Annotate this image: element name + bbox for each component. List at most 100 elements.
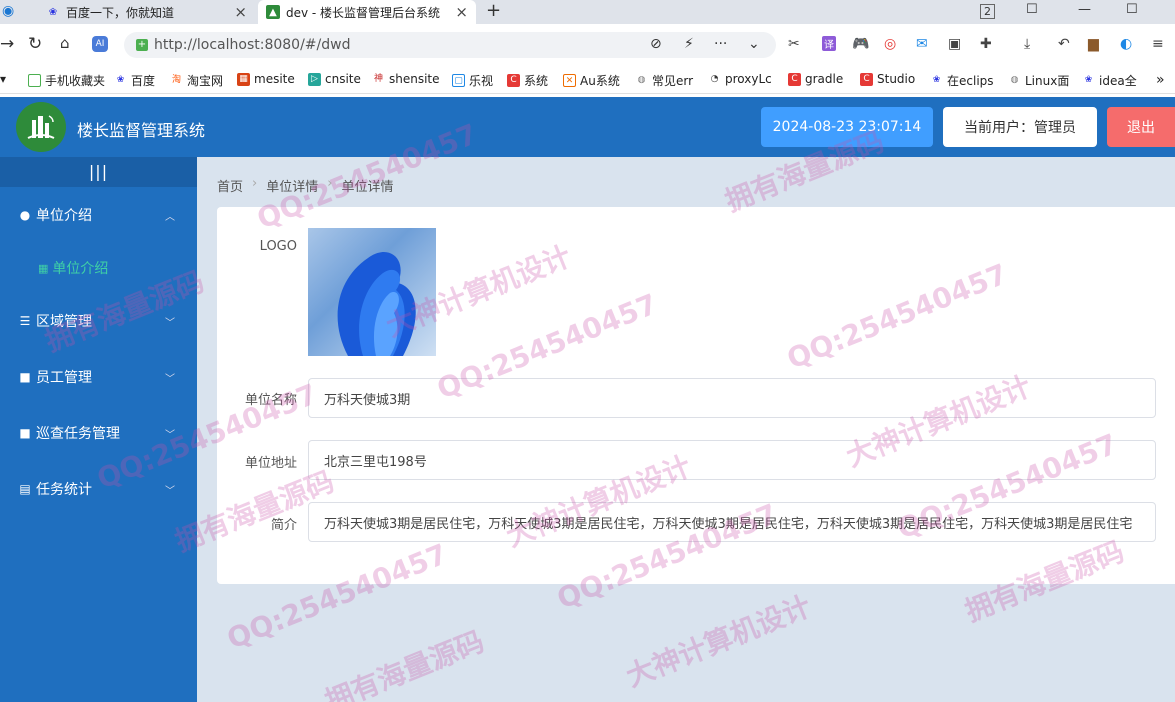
sidebar-item-area[interactable]: ☰ 区域管理 ﹀ [0, 293, 197, 349]
chevron-down-icon: ﹀ [165, 317, 175, 329]
x-icon: ✕ [563, 74, 576, 87]
chevron-down-icon: ﹀ [165, 373, 175, 385]
baidu-paw-icon: ❀ [932, 75, 941, 85]
logout-button[interactable]: 退出 [1107, 107, 1175, 147]
download-icon[interactable]: ⤓ [1024, 36, 1030, 52]
url-text: http://localhost:8080/#/dwd [154, 37, 351, 53]
bookmark-item[interactable]: C 系统 [507, 72, 548, 89]
browser-toolbar: → ↻ ⌂ AI + http://localhost:8080/#/dwd ⊘… [0, 24, 1175, 66]
document-icon: ▤ [19, 482, 31, 496]
browser-menu-icon[interactable]: ◉ [2, 3, 14, 19]
sync-icon[interactable]: ◐ [1120, 36, 1132, 52]
c-icon: C [507, 74, 520, 87]
breadcrumb-home[interactable]: 首页 [217, 176, 243, 195]
sidebar-item-patrol[interactable]: ■ 巡查任务管理 ﹀ [0, 405, 197, 461]
bookmarks-more-icon[interactable]: » [1156, 72, 1165, 88]
current-user: 当前用户：管理员 [943, 107, 1097, 147]
taobao-icon: 淘 [171, 75, 181, 85]
logo-label: LOGO [259, 239, 297, 254]
bookmark-item[interactable]: ❀ 在eclips [930, 72, 994, 89]
window-restore-icon[interactable]: ☐ [1026, 2, 1038, 17]
bookmark-item[interactable]: 神 shensite [372, 72, 440, 86]
tab-dev[interactable]: ▲ dev - 楼长监督管理后台系统 × [258, 0, 476, 24]
unit-name-field[interactable]: 万科天使城3期 [308, 378, 1156, 418]
bookmark-item[interactable]: ▢ 乐视 [452, 72, 493, 89]
sidebar-collapse-icon[interactable]: ||| [0, 157, 197, 187]
bookmark-item[interactable]: C Studio [860, 72, 915, 86]
breadcrumb: 首页 › 单位详情 › 单位详情 [217, 176, 393, 195]
bookmark-item[interactable]: 淘淘宝网 [170, 72, 223, 89]
undo-icon[interactable]: ↶ [1058, 36, 1070, 52]
app-header: 楼长监督管理系统 2024-08-23 23:07:14 当前用户：管理员 退出 [0, 97, 1175, 157]
tab-count-icon[interactable]: 2 [980, 4, 995, 19]
tab-close-icon[interactable]: × [455, 3, 468, 21]
extensions-icon[interactable]: ✚ [980, 36, 992, 52]
unit-intro-field[interactable]: 万科天使城3期是居民住宅，万科天使城3期是居民住宅，万科天使城3期是居民住宅，万… [308, 502, 1156, 542]
bookmark-item[interactable]: ▦ mesite [237, 72, 295, 86]
window-maximize-icon[interactable]: ☐ [1126, 2, 1138, 17]
user-icon: ● [19, 208, 31, 222]
scissors-icon[interactable]: ✂ [788, 36, 800, 52]
bookmark-overflow-icon[interactable]: ▾ [0, 72, 6, 86]
weibo-icon[interactable]: ◎ [884, 36, 896, 52]
lightning-icon[interactable]: ⚡ [684, 36, 694, 52]
bookmark-item[interactable]: ▷ cnsite [308, 72, 361, 86]
bookmark-item[interactable]: ❀ 百度 [114, 72, 155, 89]
proxy-icon: ◔ [710, 73, 719, 84]
sidebar-item-label: 员工管理 [36, 370, 92, 386]
bookmark-item[interactable]: ◔ proxyLc [708, 72, 772, 86]
address-bar[interactable]: + http://localhost:8080/#/dwd ⊘ ⚡ ··· ⌄ [124, 32, 776, 58]
lock-icon: ■ [19, 370, 31, 384]
tab-close-icon[interactable]: × [234, 3, 247, 21]
unit-address-label: 单位地址 [244, 456, 297, 471]
tab-title: dev - 楼长监督管理后台系统 [286, 5, 441, 20]
app-favicon-icon: ▲ [266, 5, 280, 19]
browser-tab-bar: ◉ ❀ 百度一下，你就知道 × ▲ dev - 楼长监督管理后台系统 × + 2… [0, 0, 1175, 24]
app-title: 楼长监督管理系统 [77, 121, 206, 140]
window-minimize-icon[interactable]: — [1078, 2, 1091, 17]
tab-baidu[interactable]: ❀ 百度一下，你就知道 × [40, 0, 255, 24]
game-icon[interactable]: 🎮 [852, 36, 869, 52]
c-icon: C [860, 72, 873, 86]
sidebar-item-staff[interactable]: ■ 员工管理 ﹀ [0, 349, 197, 405]
globe-icon: ◍ [1010, 75, 1019, 85]
sidebar-subitem-label: 单位介绍 [52, 261, 109, 277]
chevron-up-icon: ︿ [165, 211, 175, 223]
sidebar-item-label: 单位介绍 [36, 208, 92, 224]
sidebar-item-stats[interactable]: ▤ 任务统计 ﹀ [0, 461, 197, 517]
site-info-icon[interactable]: + [136, 39, 148, 51]
bookmark-item[interactable]: ◍ Linux面 [1008, 72, 1070, 89]
forward-icon[interactable]: → [0, 34, 14, 54]
reader-icon[interactable]: ▣ [948, 36, 961, 52]
tv-icon: ▢ [452, 74, 465, 87]
compass-icon[interactable]: ⊘ [650, 36, 662, 52]
chevron-down-icon: ﹀ [165, 485, 175, 497]
ai-icon[interactable]: AI [92, 36, 108, 52]
phone-icon [28, 74, 41, 87]
bookmark-item[interactable]: Cgradle [788, 72, 843, 86]
mail-icon[interactable]: ✉ [916, 36, 928, 52]
bookmark-item[interactable]: ❀ idea全 [1082, 72, 1137, 89]
home-icon[interactable]: ⌂ [60, 34, 70, 52]
translate-icon[interactable]: 译 [822, 36, 836, 51]
mesite-icon: ▦ [237, 72, 250, 86]
breadcrumb-item[interactable]: 单位详情 [266, 176, 318, 195]
menu-icon[interactable]: ≡ [1152, 36, 1164, 52]
app-logo-icon [16, 102, 66, 152]
bookmark-item[interactable]: ◍ 常见err [635, 72, 693, 89]
chevron-down-icon[interactable]: ⌄ [748, 36, 760, 52]
sidebar-subitem-unit-intro[interactable]: ▦ 单位介绍 [0, 243, 197, 293]
sidebar: ||| ● 单位介绍 ︿ ▦ 单位介绍 ☰ 区域管理 ﹀ ■ 员工管理 ﹀ ■ … [0, 157, 197, 702]
bookmark-item[interactable]: ✕ Au系统 [563, 72, 620, 89]
tab-title: 百度一下，你就知道 [66, 5, 175, 20]
briefcase-icon[interactable]: ▆ [1088, 36, 1099, 52]
sidebar-item-unit-intro[interactable]: ● 单位介绍 ︿ [0, 187, 197, 243]
unit-address-field[interactable]: 北京三里屯198号 [308, 440, 1156, 480]
more-icon[interactable]: ··· [714, 36, 727, 52]
bookmark-item[interactable]: 手机收藏夹 [28, 72, 105, 89]
main-content: 首页 › 单位详情 › 单位详情 LOGO 单位名称 万科天使城3期 单位地址 … [197, 157, 1175, 702]
breadcrumb-separator-icon: › [327, 176, 333, 191]
reload-icon[interactable]: ↻ [28, 34, 42, 54]
new-tab-icon[interactable]: + [486, 0, 501, 21]
shensite-icon: 神 [373, 73, 383, 84]
